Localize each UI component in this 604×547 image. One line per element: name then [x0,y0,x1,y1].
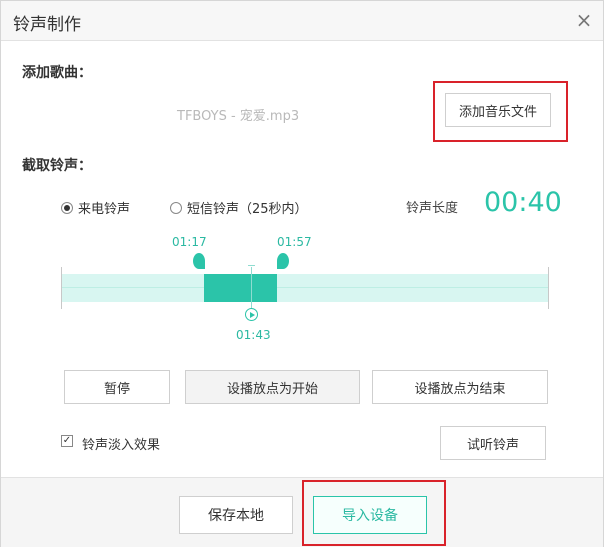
ringtone-dialog: 铃声制作 × 添加歌曲： TFBOYS - 宠爱.mp3 添加音乐文件 截取铃声… [0,0,604,547]
ringtone-length-value: 00:40 [484,187,562,218]
dialog-title: 铃声制作 [13,15,81,35]
play-icon[interactable] [245,308,258,321]
preview-ringtone-button[interactable]: 试听铃声 [440,426,546,460]
selected-file-name: TFBOYS - 宠爱.mp3 [177,109,300,124]
cut-ringtone-label: 截取铃声： [22,158,92,174]
start-time-label: 01:17 [172,235,207,249]
radio-on-icon [61,201,73,214]
ringtone-length-label: 铃声长度 [406,201,459,216]
playhead-cap [248,265,255,266]
fade-in-label: 铃声淡入效果 [82,438,161,453]
end-marker-handle[interactable] [277,253,289,269]
fade-in-checkbox[interactable]: ✓ [61,435,73,447]
radio-off-icon [170,201,182,214]
add-music-file-button[interactable]: 添加音乐文件 [445,93,551,127]
pause-button[interactable]: 暂停 [64,370,170,404]
radio-sms-label: 短信铃声（25秒内） [187,202,308,217]
timeline-centerline [61,287,549,288]
radio-call-label: 来电铃声 [78,202,131,217]
selected-range[interactable] [204,274,277,302]
radio-sms-ringtone[interactable]: 短信铃声（25秒内） [170,198,308,217]
start-marker-handle[interactable] [193,253,205,269]
play-time-label: 01:43 [236,328,271,342]
end-time-label: 01:57 [277,235,312,249]
title-bar: 铃声制作 × [1,1,603,41]
playhead[interactable] [251,267,252,309]
footer-bar [1,477,603,547]
set-start-button[interactable]: 设播放点为开始 [185,370,360,404]
add-song-label: 添加歌曲： [22,65,92,81]
close-icon[interactable]: × [573,9,595,31]
import-device-button[interactable]: 导入设备 [313,496,427,534]
timeline-left-edge [61,267,62,309]
set-end-button[interactable]: 设播放点为结束 [372,370,548,404]
radio-call-ringtone[interactable]: 来电铃声 [61,198,130,217]
timeline-track[interactable] [61,274,549,302]
timeline-right-edge [548,267,549,309]
save-local-button[interactable]: 保存本地 [179,496,293,534]
